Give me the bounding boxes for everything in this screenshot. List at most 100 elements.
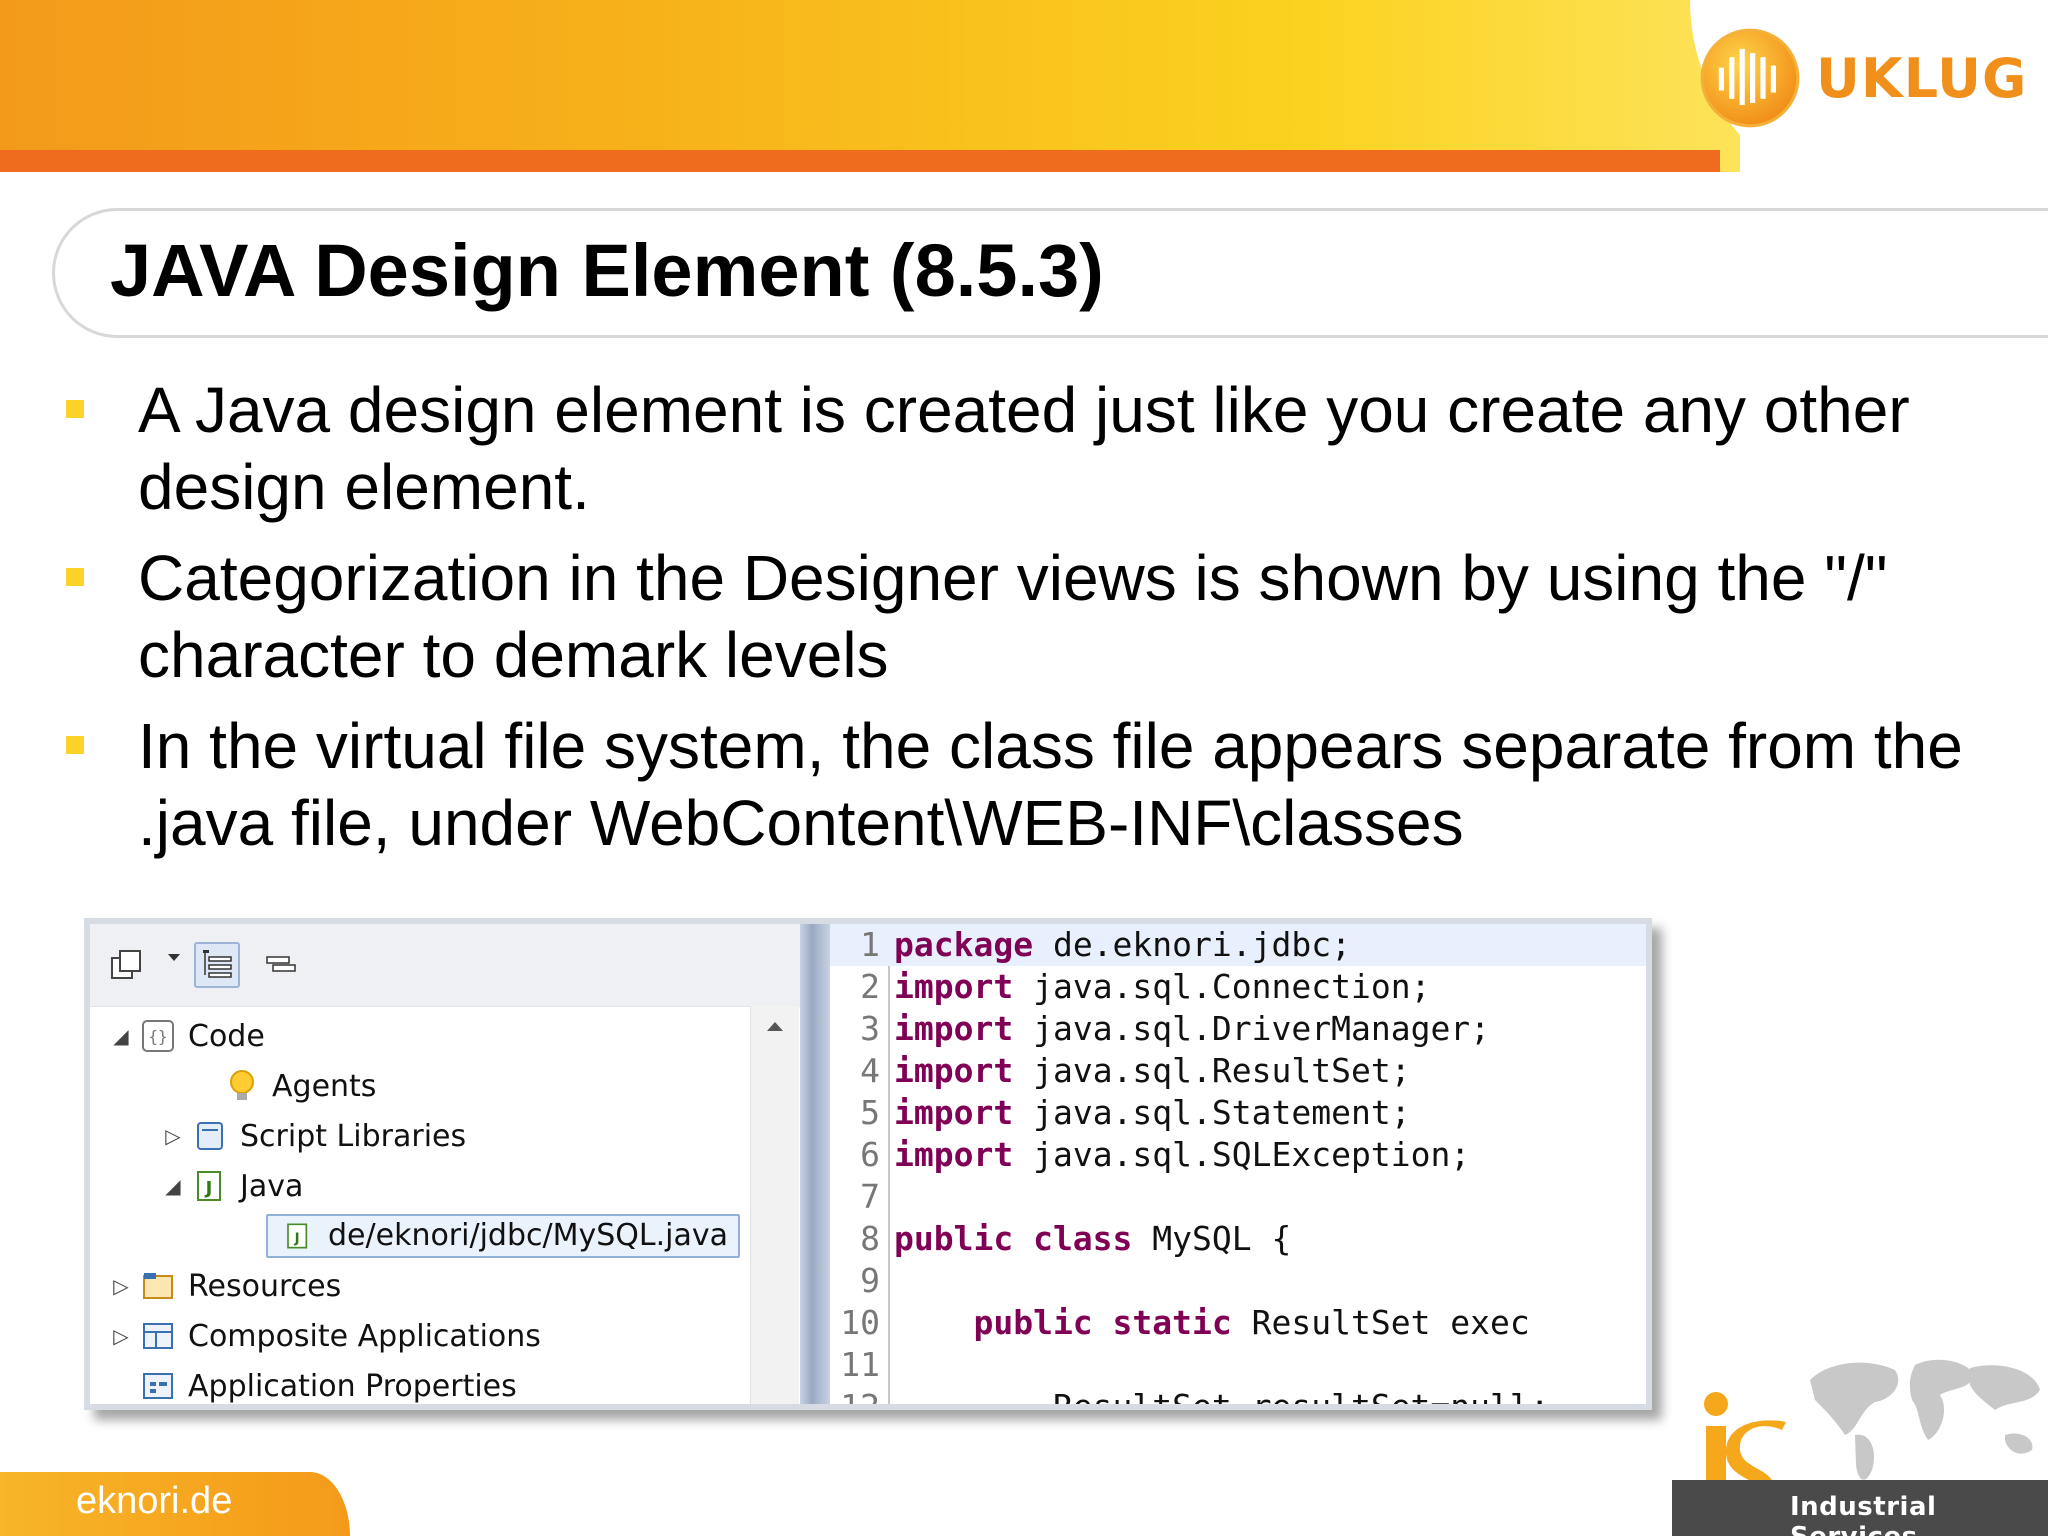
line-number: 11 [840,1345,880,1384]
code-line: 1 package de.eknori.jdbc; [830,924,1646,966]
footer-website: eknori.de [76,1480,233,1522]
tree-item-composite-applications[interactable]: ▷ Composite Applications [110,1314,541,1358]
code-line: 5 import java.sql.Statement; [830,1092,1646,1134]
header-stripe [0,150,1720,172]
new-design-element-icon [111,950,141,979]
code-text: de.eknori.jdbc; [1033,925,1351,964]
bullet-marker-icon [66,400,84,418]
bullet-text: Categorization in the Designer views is … [138,542,1888,691]
line-number: 1 [860,925,880,964]
applications-navigator: ◢ {} Code Agents ▷ Script Libraries ◢ J … [90,924,800,1404]
flat-view-button[interactable] [258,942,304,988]
header-band [0,0,1740,172]
code-keyword: import [894,1135,1014,1174]
tree-item-label: Code [188,1018,265,1054]
line-number: 3 [860,1009,880,1048]
java-editor[interactable]: 1 package de.eknori.jdbc; 2 import java.sq… [830,924,1646,1404]
code-line: 12 ResultSet resultSet=null; [830,1386,1646,1410]
tree-item-agents[interactable]: Agents [216,1064,376,1108]
code-line: 2 import java.sql.Connection; [830,966,1646,1008]
code-text: java.sql.SQLException; [1013,1135,1471,1174]
tree-item-label: Resources [188,1268,342,1304]
bullet-marker-icon [66,568,84,586]
selected-item-box: J de/eknori/jdbc/MySQL.java [266,1214,741,1258]
line-number: 5 [860,1093,880,1132]
tree-item-label: Java [240,1168,304,1204]
code-line: 4 import java.sql.ResultSet; [830,1050,1646,1092]
line-number: 12 [840,1387,880,1410]
tree-item-script-libraries[interactable]: ▷ Script Libraries [162,1114,466,1158]
code-text: MySQL { [1132,1219,1292,1258]
app-properties-icon [138,1366,178,1404]
pane-splitter[interactable] [800,924,830,1404]
code-text: java.sql.ResultSet; [1013,1051,1411,1090]
code-text: ResultSet resultSet=null; [894,1387,1550,1410]
line-number: 7 [860,1177,880,1216]
code-line: 8 public class MySQL { [830,1218,1646,1260]
line-number: 4 [860,1051,880,1090]
composite-apps-icon [138,1316,178,1356]
slide: UKLUG JAVA Design Element (8.5.3) A Java… [0,0,2048,1536]
code-keyword: public static [894,1303,1232,1342]
line-number: 2 [860,967,880,1006]
bullet-text: A Java design element is created just li… [138,374,1910,523]
java-folder-icon: J [190,1166,230,1206]
code-text: java.sql.Connection; [1013,967,1431,1006]
designer-screenshot: ◢ {} Code Agents ▷ Script Libraries ◢ J … [84,918,1652,1410]
navigator-toolbar [90,924,800,1007]
tree-item-java[interactable]: ◢ J Java [162,1164,303,1208]
tree-item-label: Composite Applications [188,1318,541,1354]
expanded-twisty-icon[interactable]: ◢ [162,1174,184,1198]
collapsed-twisty-icon[interactable]: ▷ [110,1324,132,1348]
tree-item-label: de/eknori/jdbc/MySQL.java [328,1218,729,1253]
navigator-scrollbar[interactable] [750,1006,799,1404]
industrial-services-label: Industrial Services [1790,1492,1937,1536]
tree-item-application-properties[interactable]: Application Properties [132,1364,517,1404]
code-line: 10 public static ResultSet exec [830,1302,1646,1344]
code-keyword: import [894,1051,1014,1090]
code-line: 3 import java.sql.DriverManager; [830,1008,1646,1050]
code-line: 6 import java.sql.SQLException; [830,1134,1646,1176]
code-keyword: import [894,1093,1014,1132]
bullet-item: Categorization in the Designer views is … [60,540,2020,694]
bullet-item: A Java design element is created just li… [60,372,2020,526]
tree-item-mysql-java[interactable]: J de/eknori/jdbc/MySQL.java [266,1214,741,1258]
tree-item-code[interactable]: ◢ {} Code [110,1014,265,1058]
code-line: 9 [830,1260,1646,1302]
line-number: 8 [860,1219,880,1258]
bullet-item: In the virtual file system, the class fi… [60,708,2020,862]
code-icon: {} [138,1016,178,1056]
code-line: 11 [830,1344,1646,1386]
categorized-view-icon [203,950,232,978]
flat-view-icon [266,956,296,972]
bullet-text: In the virtual file system, the class fi… [138,710,1963,859]
categorized-view-button[interactable] [194,942,240,988]
dropdown-arrow-icon[interactable] [168,954,180,961]
uklug-logo: UKLUG [1698,26,2027,130]
svg-text:J: J [204,1178,213,1199]
code-text: java.sql.DriverManager; [1013,1009,1491,1048]
code-keyword: import [894,1009,1014,1048]
code-keyword: package [894,925,1034,964]
uklug-globe-icon [1700,28,1800,128]
slide-title: JAVA Design Element (8.5.3) [110,229,1104,312]
expanded-twisty-icon[interactable]: ◢ [110,1024,132,1048]
collapsed-twisty-icon[interactable]: ▷ [110,1274,132,1298]
scroll-up-icon[interactable] [767,1022,783,1031]
line-number: 10 [840,1303,880,1342]
collapsed-twisty-icon[interactable]: ▷ [162,1124,184,1148]
svg-text:{}: {} [148,1027,167,1046]
code-line: 7 [830,1176,1646,1218]
line-number: 9 [860,1261,880,1300]
line-number: 6 [860,1135,880,1174]
agents-icon [222,1066,262,1106]
new-design-element-button[interactable] [104,942,150,988]
uklug-wordmark: UKLUG [1816,46,2028,110]
code-keyword: public class [894,1219,1133,1258]
java-file-icon: J [278,1216,318,1256]
world-map-icon [1810,1359,2040,1480]
bullet-list: A Java design element is created just li… [60,372,2020,876]
tree-item-resources[interactable]: ▷ Resources [110,1264,341,1308]
tree-item-label: Agents [272,1068,377,1104]
svg-text:J: J [294,1232,300,1247]
